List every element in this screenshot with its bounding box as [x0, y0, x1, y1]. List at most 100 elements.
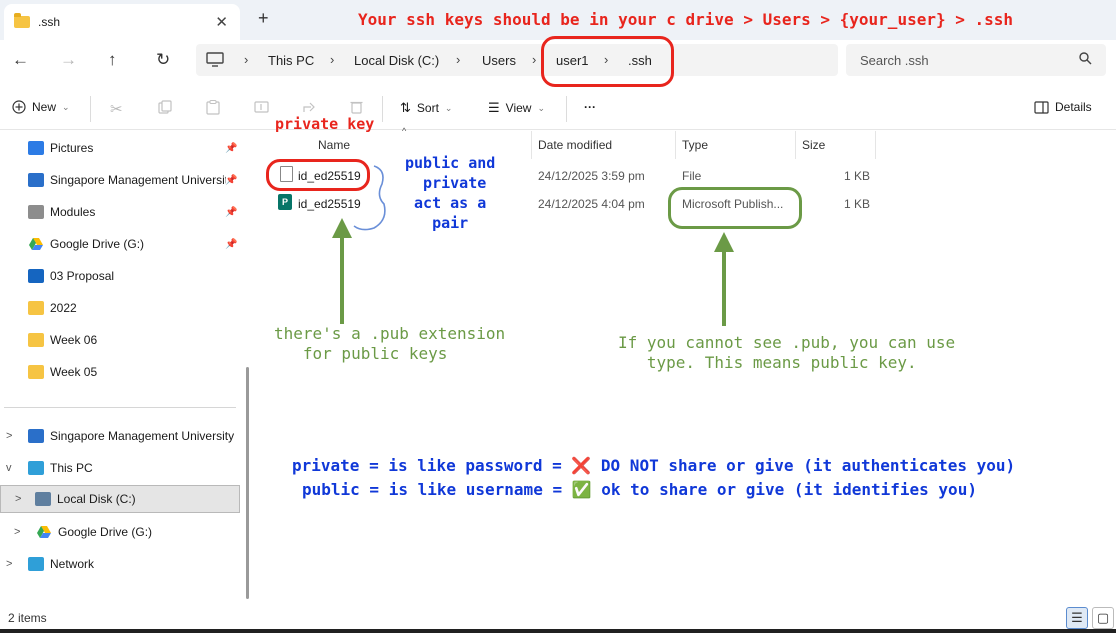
sidebar-item-week-05[interactable]: Week 05	[0, 358, 240, 386]
tab-title: .ssh	[38, 15, 61, 29]
folder-icon	[28, 205, 44, 219]
building-icon	[28, 429, 44, 443]
share-icon[interactable]	[302, 100, 317, 114]
annotation-private-line: private = is like password = ❌ DO NOT sh…	[292, 456, 1016, 475]
more-options-button[interactable]: ···	[584, 100, 596, 114]
annotation-pair: public and private act as a pair	[405, 154, 496, 232]
breadcrumb-this-pc[interactable]: This PC	[268, 53, 314, 68]
chevron-right-icon[interactable]: >	[14, 526, 20, 538]
disk-icon	[35, 492, 51, 506]
taskbar-edge	[0, 629, 1116, 633]
sidebar-item-label: Network	[50, 557, 95, 571]
search-input[interactable]: Search .ssh	[846, 44, 1106, 76]
breadcrumb-separator: ›	[532, 52, 537, 67]
annotation-ring-path	[541, 36, 674, 87]
sidebar-item-label: Singapore Management Universit	[50, 173, 226, 187]
annotation-pub-extension: there's a .pub extension for public keys	[274, 324, 506, 363]
column-header-type[interactable]: Type	[676, 131, 796, 159]
chevron-right-icon[interactable]: >	[6, 558, 12, 570]
sidebar-item-label: Singapore Management University	[50, 429, 235, 443]
sidebar-item-google-drive-tree[interactable]: > Google Drive (G:)	[0, 518, 240, 546]
search-icon	[1079, 52, 1092, 65]
tab-ssh[interactable]: .ssh ✕	[4, 4, 240, 40]
file-size: 1 KB	[844, 197, 871, 211]
column-header-date[interactable]: Date modified	[532, 131, 676, 159]
rename-icon[interactable]	[254, 100, 269, 114]
sidebar-item-network[interactable]: > Network	[0, 550, 240, 578]
sort-icon: ⇅	[400, 100, 411, 115]
item-count: 2 items	[8, 611, 47, 625]
folder-icon	[28, 333, 44, 347]
breadcrumb-local-disk[interactable]: Local Disk (C:)	[354, 53, 439, 68]
sort-button[interactable]: ⇅ Sort ⌄	[400, 100, 452, 116]
annotation-top-path: Your ssh keys should be in your c drive …	[358, 10, 1014, 29]
breadcrumb-users[interactable]: Users	[482, 53, 516, 68]
folder-icon	[14, 13, 30, 28]
sidebar-item-label: Week 05	[50, 365, 98, 379]
view-button[interactable]: ☰ View ⌄	[488, 100, 545, 116]
sort-ascending-icon: ^	[402, 126, 407, 136]
details-button[interactable]: Details	[1034, 100, 1092, 114]
sidebar-item-smu-tree[interactable]: > Singapore Management University	[0, 422, 240, 450]
divider	[382, 96, 383, 122]
chevron-right-icon[interactable]: >	[6, 430, 12, 442]
command-bar: New ⌄ ✂ ⇅ Sort ⌄ ☰ View ⌄ ··· Details	[0, 88, 1116, 130]
sidebar-item-label: Local Disk (C:)	[57, 492, 136, 506]
new-button[interactable]: New ⌄	[12, 100, 70, 114]
sidebar-item-this-pc[interactable]: v This PC	[0, 454, 240, 482]
new-plus-icon	[12, 100, 26, 114]
chevron-down-icon: ⌄	[537, 102, 545, 113]
building-icon	[28, 173, 44, 187]
new-tab-button[interactable]: +	[258, 8, 269, 29]
annotation-private-key: private key	[275, 115, 375, 133]
chevron-down-icon[interactable]: v	[6, 462, 12, 474]
sidebar-item-label: 2022	[50, 301, 77, 315]
back-button[interactable]: ←	[12, 50, 29, 70]
forward-button[interactable]: →	[60, 50, 77, 70]
delete-icon[interactable]	[350, 100, 363, 114]
new-label: New	[32, 100, 57, 114]
view-icon: ☰	[488, 100, 500, 115]
arrow-up-pub-annotation	[332, 218, 352, 324]
details-view-icon[interactable]: ☰	[1066, 607, 1088, 629]
copy-icon[interactable]	[158, 100, 172, 114]
details-pane-icon	[1034, 100, 1049, 114]
up-button[interactable]: ↑	[108, 50, 117, 70]
file-date: 24/12/2025 3:59 pm	[538, 169, 645, 183]
sidebar-item-pictures[interactable]: Pictures 📌	[0, 134, 240, 162]
sidebar-item-week-06[interactable]: Week 06	[0, 326, 240, 354]
divider	[90, 96, 91, 122]
sidebar-item-modules[interactable]: Modules 📌	[0, 198, 240, 226]
search-placeholder: Search .ssh	[860, 53, 929, 68]
chevron-down-icon: ⌄	[62, 101, 70, 112]
sidebar-item-label: Pictures	[50, 141, 94, 155]
computer-icon	[28, 461, 44, 475]
network-icon	[28, 557, 44, 571]
paste-icon[interactable]	[206, 100, 220, 115]
sort-label: Sort	[416, 101, 439, 115]
sidebar-item-2022[interactable]: 2022	[0, 294, 240, 322]
annotation-type-hint: If you cannot see .pub, you can use type…	[618, 333, 956, 372]
navigation-pane: Pictures 📌 Singapore Management Universi…	[0, 131, 240, 605]
annotation-ring-type	[668, 187, 802, 229]
breadcrumb-separator: ›	[330, 52, 335, 67]
cut-icon[interactable]: ✂	[110, 100, 123, 118]
sidebar-item-smu[interactable]: Singapore Management Universit 📌	[0, 166, 240, 194]
sidebar-item-label: Google Drive (G:)	[58, 525, 153, 539]
sidebar-scrollbar[interactable]	[246, 367, 249, 599]
sidebar-item-03-proposal[interactable]: 03 Proposal	[0, 262, 240, 290]
sidebar-item-label: Modules	[50, 205, 96, 219]
address-bar[interactable]: › This PC › Local Disk (C:) › Users › us…	[196, 44, 838, 76]
breadcrumb-separator: ›	[456, 52, 461, 67]
pin-icon: 📌	[225, 174, 238, 186]
arrow-up-type-annotation	[714, 232, 734, 326]
chevron-right-icon[interactable]: >	[15, 493, 21, 505]
sidebar-item-local-disk[interactable]: > Local Disk (C:)	[0, 485, 240, 513]
column-header-size[interactable]: Size	[796, 131, 876, 159]
refresh-button[interactable]: ↻	[156, 50, 170, 70]
computer-icon	[206, 52, 224, 67]
tiles-view-icon[interactable]: ▢	[1092, 607, 1114, 629]
sidebar-item-google-drive[interactable]: Google Drive (G:) 📌	[0, 230, 240, 258]
google-drive-icon	[37, 526, 51, 538]
close-tab-icon[interactable]: ✕	[215, 13, 228, 31]
